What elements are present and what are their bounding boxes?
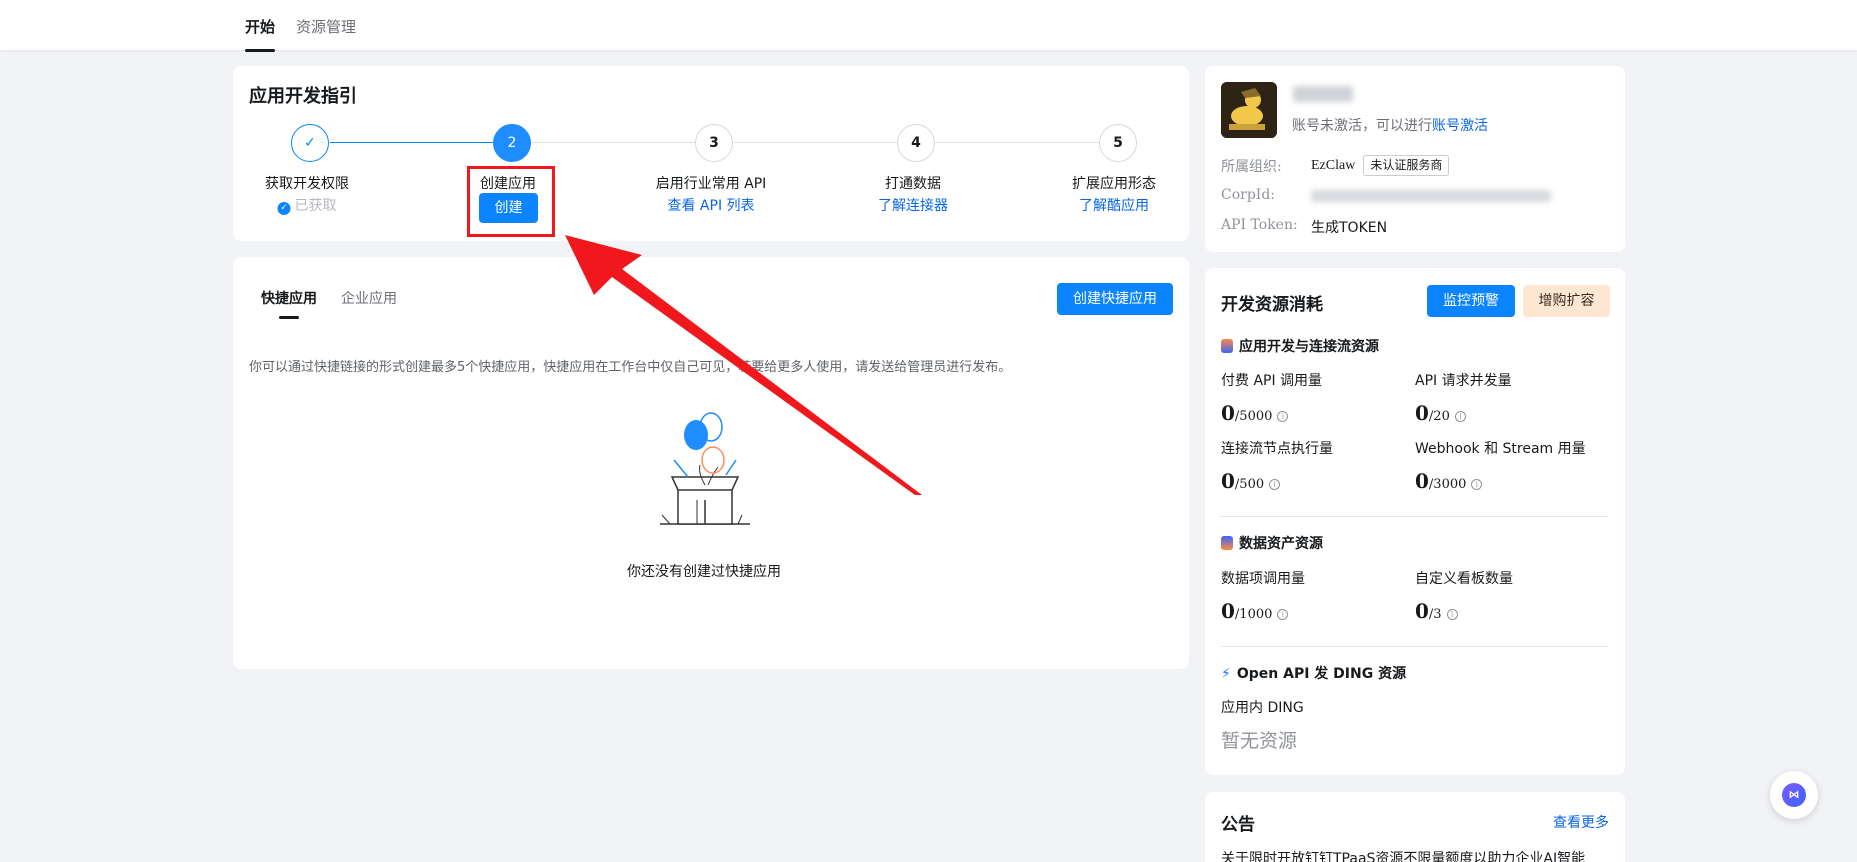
tab-start[interactable]: 开始 bbox=[245, 16, 276, 52]
assistant-float-button[interactable]: ⋈ bbox=[1770, 771, 1818, 819]
step-4-label: 打通数据 bbox=[885, 176, 941, 192]
top-nav: 开始 资源管理 bbox=[0, 0, 1857, 52]
metric-api-concurrency-value: 0/20 i bbox=[1415, 401, 1466, 425]
monitor-alert-button[interactable]: 监控预警 bbox=[1427, 285, 1515, 317]
check-circle-icon: ✓ bbox=[277, 202, 291, 215]
divider bbox=[1221, 646, 1609, 647]
avatar bbox=[1221, 82, 1277, 138]
step-line-3 bbox=[734, 142, 897, 143]
learn-connector-link[interactable]: 了解连接器 bbox=[878, 195, 948, 215]
step-1-label: 获取开发权限 bbox=[265, 176, 349, 192]
red-arrow-annotation bbox=[565, 235, 922, 495]
info-icon[interactable]: i bbox=[1471, 479, 1483, 490]
metric-dashboard-label: 自定义看板数量 bbox=[1415, 571, 1513, 587]
metric-paid-api-label: 付费 API 调用量 bbox=[1221, 373, 1323, 389]
view-api-list-link[interactable]: 查看 API 列表 bbox=[667, 195, 754, 215]
section-data-asset-title: 数据资产资源 bbox=[1221, 533, 1323, 553]
metric-api-concurrency-label: API 请求并发量 bbox=[1415, 373, 1512, 389]
create-quick-app-button[interactable]: 创建快捷应用 bbox=[1057, 283, 1173, 315]
learn-cool-app-link[interactable]: 了解酷应用 bbox=[1079, 195, 1149, 215]
info-icon[interactable]: i bbox=[1277, 609, 1289, 620]
lightning-icon: ⚡ bbox=[1221, 666, 1231, 682]
generate-token-link[interactable]: 生成TOKEN bbox=[1311, 217, 1387, 237]
org-value: EzClaw 未认证服务商 bbox=[1311, 155, 1450, 176]
empty-state-text: 你还没有创建过快捷应用 bbox=[627, 564, 781, 580]
section-app-dev-title: 应用开发与连接流资源 bbox=[1221, 336, 1379, 356]
tab-quick-apps[interactable]: 快捷应用 bbox=[261, 288, 317, 319]
no-resource-text: 暂无资源 bbox=[1221, 730, 1298, 752]
step-2-circle: 2 bbox=[493, 124, 531, 162]
step-3-label: 启用行业常用 API bbox=[655, 176, 767, 192]
notice-title: 公告 bbox=[1221, 815, 1255, 835]
step-5-label: 扩展应用形态 bbox=[1072, 176, 1156, 192]
metric-flow-node-label: 连接流节点执行量 bbox=[1221, 441, 1333, 457]
info-icon[interactable]: i bbox=[1446, 609, 1458, 620]
step-5-circle: 5 bbox=[1099, 124, 1137, 162]
metric-data-item-label: 数据项调用量 bbox=[1221, 571, 1305, 587]
highlight-box bbox=[467, 166, 555, 237]
guide-title: 应用开发指引 bbox=[249, 86, 357, 107]
expand-button[interactable]: 增购扩容 bbox=[1523, 285, 1610, 317]
info-icon[interactable]: i bbox=[1454, 411, 1466, 422]
section-ding-title: ⚡ Open API 发 DING 资源 bbox=[1221, 666, 1407, 682]
activate-account-link[interactable]: 账号激活 bbox=[1432, 118, 1488, 134]
info-icon[interactable]: i bbox=[1277, 411, 1289, 422]
step-1-status: ✓ 已获取 bbox=[277, 195, 337, 215]
username-blurred bbox=[1293, 86, 1353, 102]
data-asset-icon bbox=[1221, 536, 1233, 550]
app-resource-icon bbox=[1221, 339, 1233, 353]
avatar-image bbox=[1221, 82, 1277, 138]
step-3-circle: 3 bbox=[695, 124, 733, 162]
notice-more-link[interactable]: 查看更多 bbox=[1553, 812, 1609, 832]
org-label: 所属组织: bbox=[1221, 159, 1282, 175]
step-line-1 bbox=[330, 142, 493, 143]
resource-title: 开发资源消耗 bbox=[1221, 295, 1323, 315]
tab-resource-management[interactable]: 资源管理 bbox=[296, 16, 356, 37]
metric-data-item-value: 0/1000 i bbox=[1221, 599, 1289, 623]
account-status: 账号未激活，可以进行账号激活 bbox=[1292, 118, 1488, 134]
metric-webhook-label: Webhook 和 Stream 用量 bbox=[1415, 441, 1586, 457]
notice-item[interactable]: 关于限时开放钉钉TPaaS资源不限量额度以助力企业AI智能 bbox=[1221, 848, 1585, 862]
step-4-circle: 4 bbox=[897, 124, 935, 162]
api-token-label: API Token: bbox=[1221, 217, 1298, 233]
metric-dashboard-value: 0/3 i bbox=[1415, 599, 1458, 623]
step-line-4 bbox=[936, 142, 1099, 143]
divider bbox=[1221, 516, 1609, 517]
corpid-blurred bbox=[1311, 190, 1551, 202]
info-icon[interactable]: i bbox=[1269, 479, 1281, 490]
tab-enterprise-apps[interactable]: 企业应用 bbox=[341, 288, 397, 308]
metric-flow-node-value: 0/500 i bbox=[1221, 469, 1281, 493]
metric-paid-api-value: 0/5000 i bbox=[1221, 401, 1289, 425]
step-1-check-icon: ✓ bbox=[291, 124, 329, 162]
metric-webhook-value: 0/3000 i bbox=[1415, 469, 1483, 493]
in-app-ding-label: 应用内 DING bbox=[1221, 700, 1304, 716]
step-line-2 bbox=[532, 142, 695, 143]
corpid-label: CorpId: bbox=[1221, 187, 1276, 203]
assistant-icon: ⋈ bbox=[1782, 783, 1806, 807]
org-badge: 未认证服务商 bbox=[1363, 155, 1450, 176]
